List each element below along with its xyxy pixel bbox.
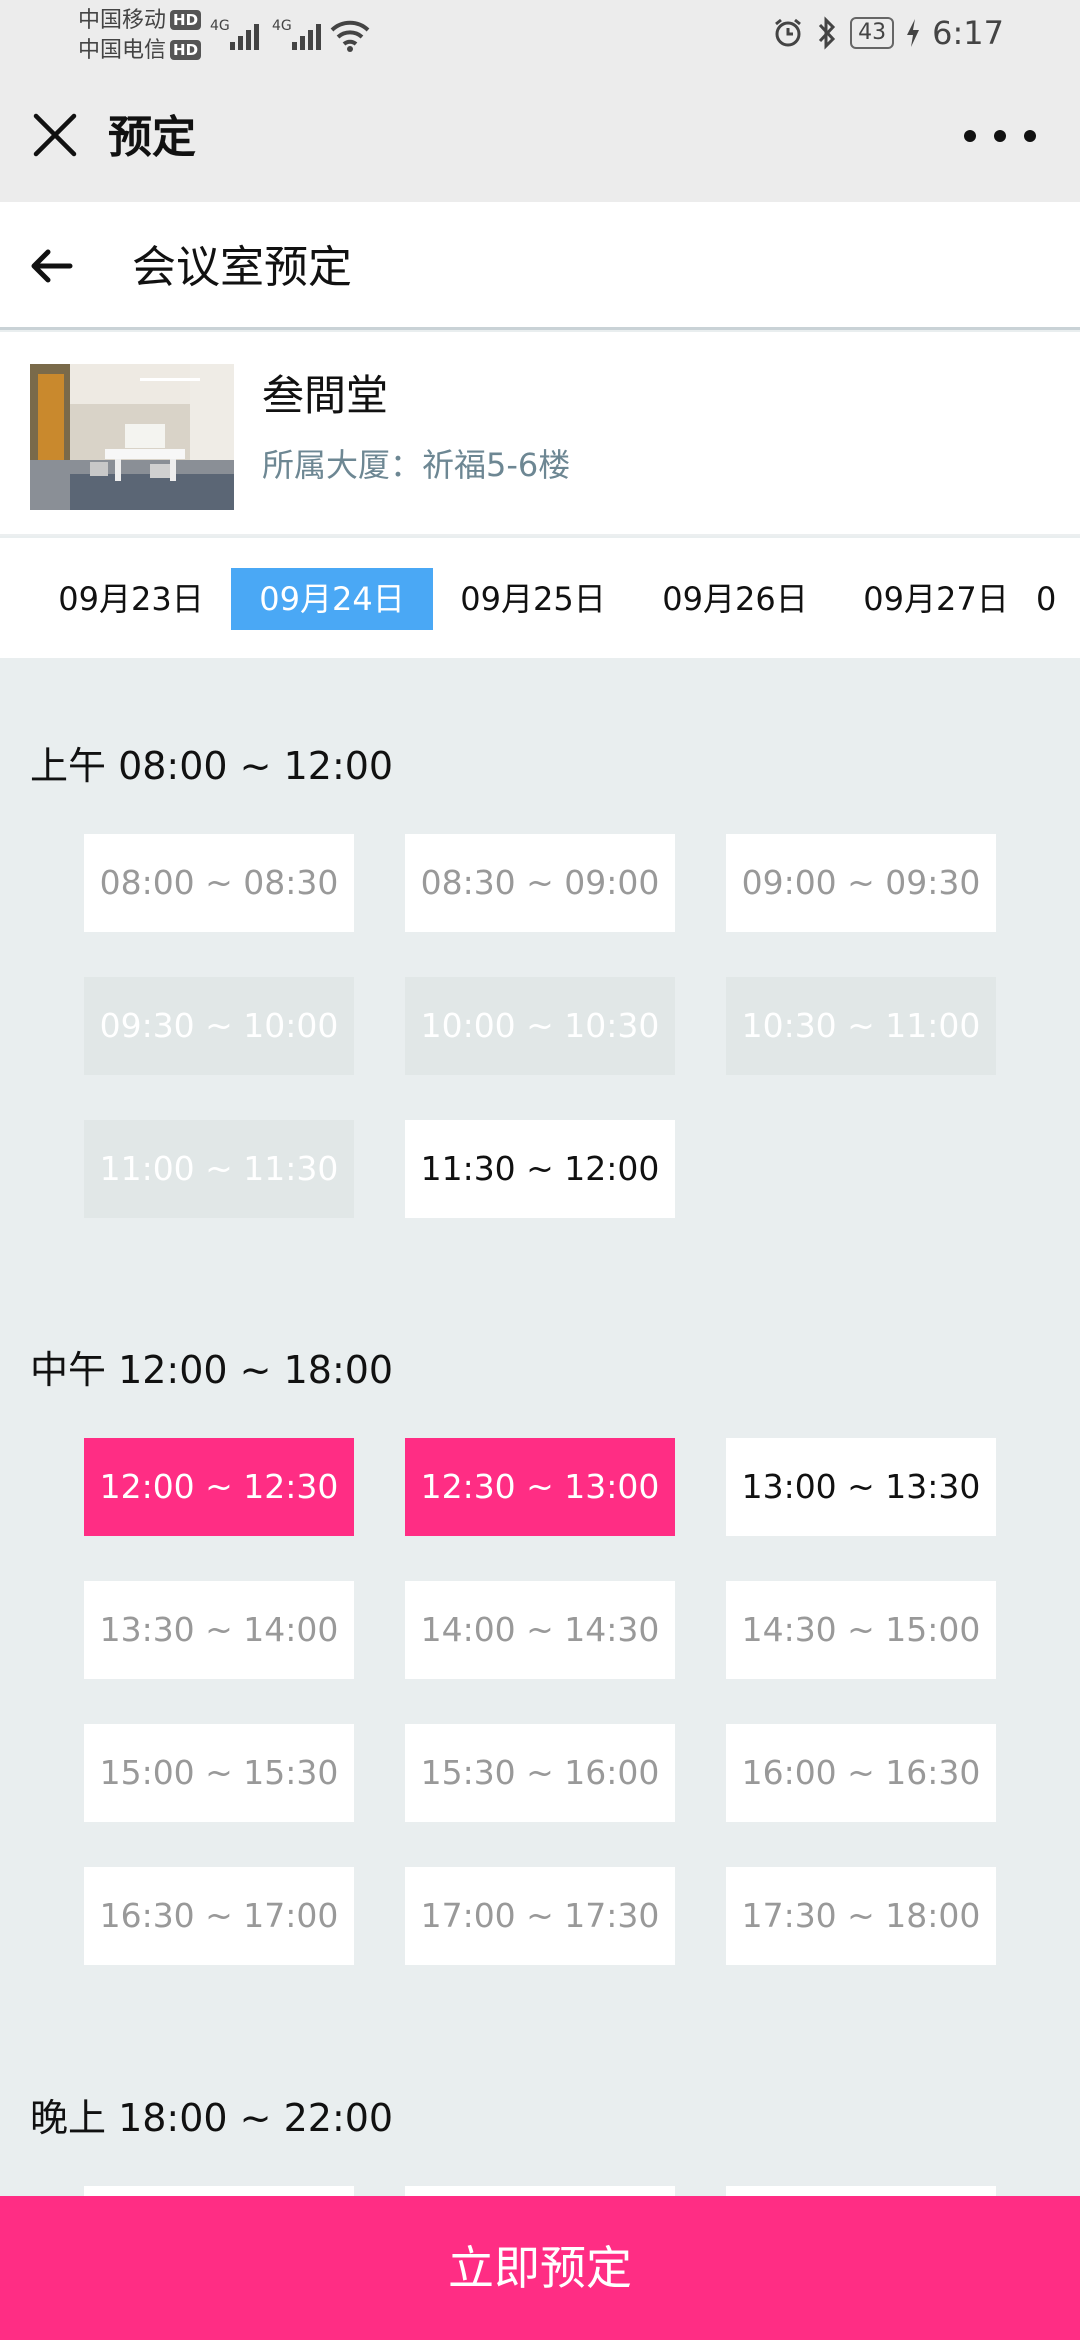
hd-badge-2: HD bbox=[170, 40, 202, 60]
time-slot: 10:00 ~ 10:30 bbox=[405, 977, 675, 1075]
time-slot: 10:30 ~ 11:00 bbox=[726, 977, 996, 1075]
alarm-icon bbox=[775, 18, 802, 47]
time-slot: 11:00 ~ 11:30 bbox=[84, 1120, 354, 1218]
page-title: 会议室预定 bbox=[132, 242, 352, 293]
app-bar-title: 预定 bbox=[108, 112, 196, 163]
hd-badge-1: HD bbox=[170, 10, 202, 30]
date-tab[interactable]: 09月23日 bbox=[30, 568, 232, 630]
network-type-1: 4G bbox=[210, 18, 230, 34]
time-slot: 17:30 ~ 18:00 bbox=[726, 1867, 996, 1965]
app-bar: 预定 bbox=[0, 72, 1080, 202]
bluetooth-icon bbox=[819, 16, 836, 50]
time-slot[interactable]: 12:30 ~ 13:00 bbox=[405, 1438, 675, 1536]
time-slot: 13:30 ~ 14:00 bbox=[84, 1581, 354, 1679]
carrier-info: 中国移动 HD 中国电信 HD bbox=[78, 6, 202, 66]
time-slot-partial bbox=[726, 2186, 996, 2196]
carrier-2: 中国电信 bbox=[78, 38, 167, 63]
page-header: 会议室预定 bbox=[0, 202, 1080, 330]
time-slot-partial bbox=[84, 2186, 354, 2196]
time-slot[interactable]: 11:30 ~ 12:00 bbox=[405, 1120, 675, 1218]
date-selector: 09月23日 09月24日 09月25日 09月26日 09月27日 0 bbox=[0, 538, 1080, 658]
time-slot: 14:30 ~ 15:00 bbox=[726, 1581, 996, 1679]
status-bar: 中国移动 HD 中国电信 HD 4G 4G 43 6:17 bbox=[0, 0, 1080, 72]
clock-time: 6:17 bbox=[932, 14, 1004, 52]
time-slot: 09:30 ~ 10:00 bbox=[84, 977, 354, 1075]
date-tab[interactable]: 09月27日 bbox=[835, 568, 1037, 630]
time-slot: 16:00 ~ 16:30 bbox=[726, 1724, 996, 1822]
time-slot: 15:30 ~ 16:00 bbox=[405, 1724, 675, 1822]
section-title: 晚上 18:00 ~ 22:00 bbox=[30, 2096, 394, 2140]
wifi-icon bbox=[330, 20, 370, 52]
time-slot: 09:00 ~ 09:30 bbox=[726, 834, 996, 932]
room-card: 叁間堂 所属大厦：祈福5-6楼 bbox=[0, 332, 1080, 536]
time-slot[interactable]: 13:00 ~ 13:30 bbox=[726, 1438, 996, 1536]
room-name: 叁間堂 bbox=[262, 371, 389, 420]
room-photo bbox=[30, 364, 234, 510]
back-arrow-icon[interactable] bbox=[26, 240, 78, 292]
charging-icon bbox=[907, 19, 920, 47]
room-building: 所属大厦：祈福5-6楼 bbox=[262, 446, 571, 484]
time-slot: 16:30 ~ 17:00 bbox=[84, 1867, 354, 1965]
time-slot: 17:00 ~ 17:30 bbox=[405, 1867, 675, 1965]
carrier-1: 中国移动 bbox=[78, 8, 167, 33]
close-icon[interactable] bbox=[28, 108, 82, 162]
time-slot[interactable]: 12:00 ~ 12:30 bbox=[84, 1438, 354, 1536]
signal-icon-2 bbox=[292, 20, 321, 50]
date-tab[interactable]: 09月24日 bbox=[231, 568, 433, 630]
time-slot: 15:00 ~ 15:30 bbox=[84, 1724, 354, 1822]
time-slot: 08:30 ~ 09:00 bbox=[405, 834, 675, 932]
date-tab[interactable]: 0 bbox=[1036, 568, 1080, 630]
date-tab[interactable]: 09月25日 bbox=[432, 568, 634, 630]
book-now-button[interactable]: 立即预定 bbox=[0, 2196, 1080, 2340]
section-title: 上午 08:00 ~ 12:00 bbox=[30, 744, 394, 788]
date-tab[interactable]: 09月26日 bbox=[634, 568, 836, 630]
time-slot: 08:00 ~ 08:30 bbox=[84, 834, 354, 932]
time-slot: 14:00 ~ 14:30 bbox=[405, 1581, 675, 1679]
battery-icon: 43 bbox=[850, 17, 895, 49]
signal-icon-1 bbox=[230, 20, 259, 50]
network-type-2: 4G bbox=[272, 18, 292, 34]
status-right: 43 6:17 bbox=[772, 14, 1004, 52]
time-slot-partial bbox=[405, 2186, 675, 2196]
more-menu-icon[interactable] bbox=[964, 124, 1036, 148]
section-title: 中午 12:00 ~ 18:00 bbox=[30, 1348, 394, 1392]
